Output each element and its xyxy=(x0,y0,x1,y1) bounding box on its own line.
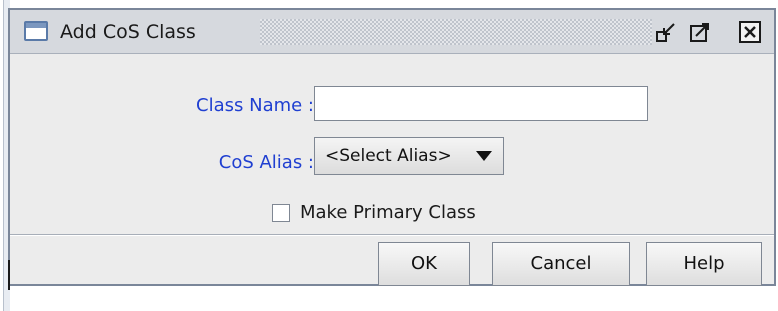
cos-alias-selected-value: <Select Alias> xyxy=(325,146,452,166)
cos-alias-select[interactable]: <Select Alias> xyxy=(314,137,504,175)
dialog-title: Add CoS Class xyxy=(60,21,196,43)
make-primary-checkbox[interactable] xyxy=(272,204,290,222)
form-area: Class Name : CoS Alias : <Select Alias> … xyxy=(10,54,774,234)
make-primary-label[interactable]: Make Primary Class xyxy=(300,202,476,224)
add-cos-class-dialog: Add CoS Class Class Name: CoS Alias: <… xyxy=(8,8,776,286)
window-edge-marker xyxy=(8,260,10,290)
iconify-icon[interactable] xyxy=(654,20,678,44)
help-button[interactable]: Help xyxy=(646,242,762,286)
cancel-button[interactable]: Cancel xyxy=(492,242,630,286)
title-bar[interactable]: Add CoS Class xyxy=(10,10,774,54)
maximize-icon[interactable] xyxy=(688,20,712,44)
button-bar: OK Cancel Help xyxy=(10,236,774,286)
title-drag-area[interactable] xyxy=(260,19,652,45)
ok-button[interactable]: OK xyxy=(378,242,470,286)
close-icon[interactable] xyxy=(738,20,762,44)
screen: Add CoS Class Class Name: CoS Alias: <… xyxy=(0,0,778,311)
cos-alias-label: CoS Alias : xyxy=(218,152,314,173)
chevron-down-icon xyxy=(475,148,493,167)
window-icon xyxy=(24,21,48,41)
class-name-label: Class Name : xyxy=(196,95,314,116)
class-name-input[interactable] xyxy=(314,86,648,121)
